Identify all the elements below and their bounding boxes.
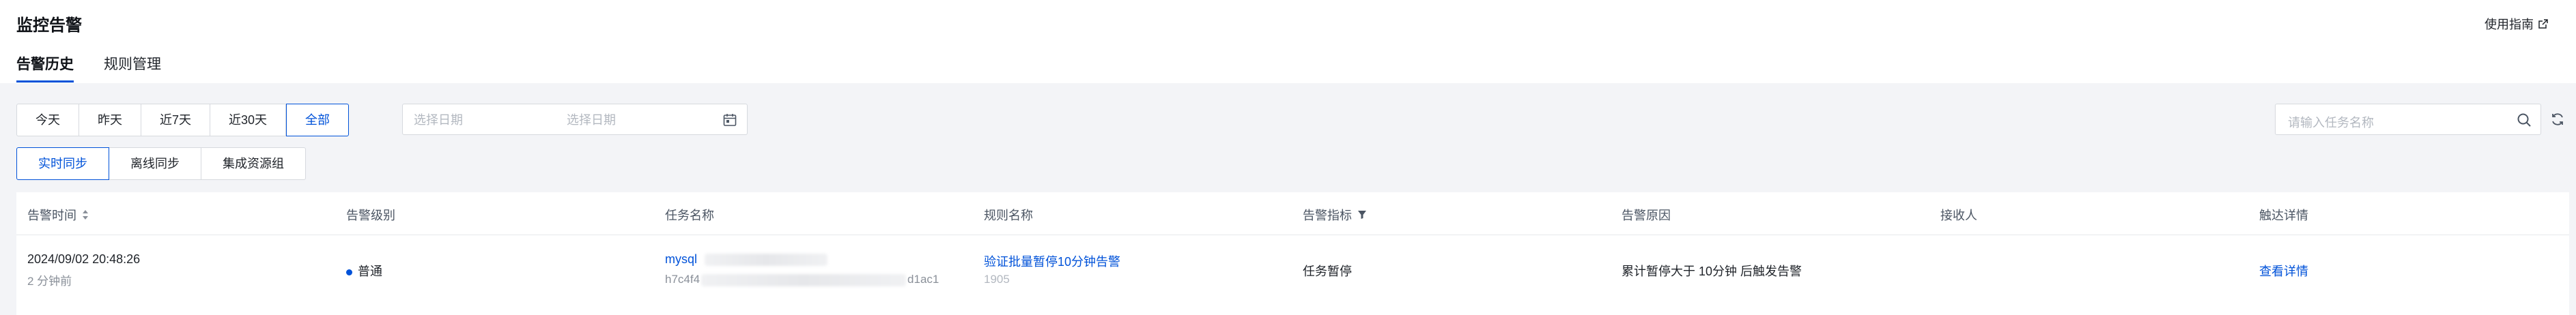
date-all-button[interactable]: 全部 bbox=[286, 104, 350, 136]
date-today-button[interactable]: 今天 bbox=[16, 104, 79, 136]
sync-type-filter: 实时同步 离线同步 集成资源组 bbox=[16, 147, 306, 180]
task-id-prefix: h7c4f4 bbox=[665, 273, 700, 286]
alert-time-ago: 2 分钟前 bbox=[27, 275, 72, 288]
alert-reason: 累计暂停大于 10分钟 后触发告警 bbox=[1622, 265, 1802, 278]
date-30days-button[interactable]: 近30天 bbox=[210, 104, 287, 136]
sort-icon[interactable] bbox=[82, 209, 89, 220]
column-alert-reason: 告警原因 bbox=[1622, 209, 1671, 222]
page-header: 监控告警 使用指南 告警历史 规则管理 bbox=[0, 0, 2576, 83]
column-alert-time[interactable]: 告警时间 bbox=[27, 206, 89, 224]
alert-level-label: 普通 bbox=[358, 265, 382, 278]
page-title: 监控告警 bbox=[16, 16, 82, 35]
alert-history-table: 告警时间 告警级别 任务名称 规则名称 告警指标 告警原因 接收人 触达详情 2… bbox=[16, 192, 2569, 315]
alert-metric: 任务暂停 bbox=[1303, 265, 1352, 278]
usage-guide-label: 使用指南 bbox=[2485, 18, 2534, 31]
task-search-input[interactable]: 请输入任务名称 bbox=[2275, 104, 2541, 135]
date-end-placeholder: 选择日期 bbox=[567, 113, 616, 127]
refresh-icon[interactable] bbox=[2550, 112, 2565, 127]
column-alert-metric-label: 告警指标 bbox=[1303, 209, 1352, 222]
view-detail-link[interactable]: 查看详情 bbox=[2259, 262, 2308, 280]
rule-name-link[interactable]: 验证批量暂停10分钟告警 bbox=[984, 252, 1120, 270]
column-alert-metric[interactable]: 告警指标 bbox=[1303, 206, 1367, 224]
task-name-link[interactable]: mysql bbox=[665, 252, 828, 267]
usage-guide-link[interactable]: 使用指南 bbox=[2485, 15, 2549, 33]
column-task-name: 任务名称 bbox=[665, 209, 714, 222]
alert-time: 2024/09/02 20:48:26 bbox=[27, 252, 141, 266]
filter-icon[interactable] bbox=[1357, 210, 1367, 220]
date-7days-button[interactable]: 近7天 bbox=[141, 104, 211, 136]
column-rule-name: 规则名称 bbox=[984, 209, 1033, 222]
date-yesterday-button[interactable]: 昨天 bbox=[79, 104, 141, 136]
tab-rule-management[interactable]: 规则管理 bbox=[104, 53, 161, 82]
date-start-placeholder: 选择日期 bbox=[414, 113, 463, 127]
external-link-icon bbox=[2538, 19, 2548, 29]
column-alert-level: 告警级别 bbox=[346, 209, 395, 222]
level-dot-icon bbox=[346, 269, 352, 275]
redacted-text bbox=[701, 273, 907, 286]
task-id: h7c4f4 d1ac1 bbox=[665, 273, 939, 286]
alert-level: 普通 bbox=[346, 262, 382, 280]
task-name-label: mysql bbox=[665, 252, 698, 266]
search-icon[interactable] bbox=[2516, 112, 2532, 128]
date-range-picker[interactable]: 选择日期 选择日期 bbox=[402, 104, 748, 135]
table-row: 2024/09/02 20:48:26 2 分钟前 普通 mysql h7c4f… bbox=[16, 235, 2569, 315]
realtime-sync-button[interactable]: 实时同步 bbox=[16, 147, 109, 180]
search-placeholder: 请输入任务名称 bbox=[2288, 116, 2374, 130]
resource-group-button[interactable]: 集成资源组 bbox=[201, 147, 306, 180]
table-header: 告警时间 告警级别 任务名称 规则名称 告警指标 告警原因 接收人 触达详情 bbox=[16, 192, 2569, 235]
column-receiver: 接收人 bbox=[1940, 209, 1977, 222]
column-alert-time-label: 告警时间 bbox=[27, 209, 76, 222]
main-tabs: 告警历史 规则管理 bbox=[16, 53, 161, 82]
calendar-icon bbox=[723, 114, 737, 126]
column-delivery-detail: 触达详情 bbox=[2259, 209, 2308, 222]
offline-sync-button[interactable]: 离线同步 bbox=[109, 147, 201, 180]
date-quick-filter: 今天 昨天 近7天 近30天 全部 bbox=[16, 104, 350, 136]
redacted-text bbox=[705, 254, 828, 267]
rule-id: 1905 bbox=[984, 273, 1010, 286]
tab-alert-history[interactable]: 告警历史 bbox=[16, 53, 74, 82]
task-id-suffix: d1ac1 bbox=[907, 273, 939, 286]
